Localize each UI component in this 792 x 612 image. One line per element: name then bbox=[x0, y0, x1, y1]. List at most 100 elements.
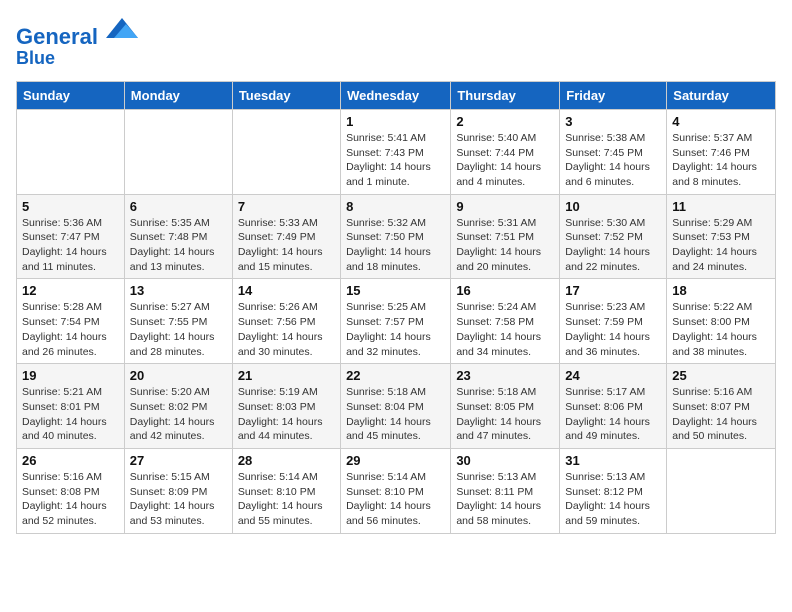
calendar-cell: 28 Sunrise: 5:14 AMSunset: 8:10 PMDayligh… bbox=[232, 448, 340, 533]
day-number: 10 bbox=[565, 199, 661, 214]
calendar-cell: 3 Sunrise: 5:38 AMSunset: 7:45 PMDaylight… bbox=[560, 109, 667, 194]
logo-icon bbox=[106, 12, 138, 44]
calendar-cell: 17 Sunrise: 5:23 AMSunset: 7:59 PMDayligh… bbox=[560, 279, 667, 364]
logo-blue: Blue bbox=[16, 49, 138, 69]
calendar-week-5: 26 Sunrise: 5:16 AMSunset: 8:08 PMDayligh… bbox=[17, 448, 776, 533]
calendar-cell: 8 Sunrise: 5:32 AMSunset: 7:50 PMDaylight… bbox=[341, 194, 451, 279]
logo-general: General bbox=[16, 24, 98, 49]
header-row: SundayMondayTuesdayWednesdayThursdayFrid… bbox=[17, 81, 776, 109]
day-detail: Sunrise: 5:22 AMSunset: 8:00 PMDaylight:… bbox=[672, 300, 770, 359]
day-number: 20 bbox=[130, 368, 227, 383]
calendar-cell: 9 Sunrise: 5:31 AMSunset: 7:51 PMDaylight… bbox=[451, 194, 560, 279]
col-header-tuesday: Tuesday bbox=[232, 81, 340, 109]
calendar-cell: 30 Sunrise: 5:13 AMSunset: 8:11 PMDayligh… bbox=[451, 448, 560, 533]
day-detail: Sunrise: 5:19 AMSunset: 8:03 PMDaylight:… bbox=[238, 385, 335, 444]
col-header-friday: Friday bbox=[560, 81, 667, 109]
day-detail: Sunrise: 5:37 AMSunset: 7:46 PMDaylight:… bbox=[672, 131, 770, 190]
day-detail: Sunrise: 5:16 AMSunset: 8:07 PMDaylight:… bbox=[672, 385, 770, 444]
day-number: 22 bbox=[346, 368, 445, 383]
calendar-cell bbox=[124, 109, 232, 194]
calendar-cell: 18Sunrise: 5:22 AMSunset: 8:00 PMDayligh… bbox=[667, 279, 776, 364]
col-header-saturday: Saturday bbox=[667, 81, 776, 109]
day-detail: Sunrise: 5:28 AMSunset: 7:54 PMDaylight:… bbox=[22, 300, 119, 359]
calendar-cell: 14 Sunrise: 5:26 AMSunset: 7:56 PMDayligh… bbox=[232, 279, 340, 364]
day-detail: Sunrise: 5:13 AMSunset: 8:11 PMDaylight:… bbox=[456, 470, 554, 529]
day-detail: Sunrise: 5:35 AMSunset: 7:48 PMDaylight:… bbox=[130, 216, 227, 275]
day-detail: Sunrise: 5:41 AMSunset: 7:43 PMDaylight:… bbox=[346, 131, 445, 190]
day-detail: Sunrise: 5:18 AMSunset: 8:04 PMDaylight:… bbox=[346, 385, 445, 444]
day-detail: Sunrise: 5:38 AMSunset: 7:45 PMDaylight:… bbox=[565, 131, 661, 190]
calendar-cell: 27Sunrise: 5:15 AMSunset: 8:09 PMDayligh… bbox=[124, 448, 232, 533]
day-number: 16 bbox=[456, 283, 554, 298]
calendar-cell: 5 Sunrise: 5:36 AMSunset: 7:47 PMDaylight… bbox=[17, 194, 125, 279]
day-number: 13 bbox=[130, 283, 227, 298]
calendar-cell: 29 Sunrise: 5:14 AMSunset: 8:10 PMDayligh… bbox=[341, 448, 451, 533]
calendar-cell: 25 Sunrise: 5:16 AMSunset: 8:07 PMDayligh… bbox=[667, 364, 776, 449]
day-number: 21 bbox=[238, 368, 335, 383]
day-number: 17 bbox=[565, 283, 661, 298]
calendar-table: SundayMondayTuesdayWednesdayThursdayFrid… bbox=[16, 81, 776, 534]
day-number: 12 bbox=[22, 283, 119, 298]
day-detail: Sunrise: 5:14 AMSunset: 8:10 PMDaylight:… bbox=[346, 470, 445, 529]
day-number: 25 bbox=[672, 368, 770, 383]
day-number: 4 bbox=[672, 114, 770, 129]
day-number: 3 bbox=[565, 114, 661, 129]
day-number: 26 bbox=[22, 453, 119, 468]
calendar-cell: 7 Sunrise: 5:33 AMSunset: 7:49 PMDaylight… bbox=[232, 194, 340, 279]
calendar-cell: 13 Sunrise: 5:27 AMSunset: 7:55 PMDayligh… bbox=[124, 279, 232, 364]
day-detail: Sunrise: 5:29 AMSunset: 7:53 PMDaylight:… bbox=[672, 216, 770, 275]
calendar-cell: 23Sunrise: 5:18 AMSunset: 8:05 PMDayligh… bbox=[451, 364, 560, 449]
day-detail: Sunrise: 5:26 AMSunset: 7:56 PMDaylight:… bbox=[238, 300, 335, 359]
day-detail: Sunrise: 5:33 AMSunset: 7:49 PMDaylight:… bbox=[238, 216, 335, 275]
day-detail: Sunrise: 5:30 AMSunset: 7:52 PMDaylight:… bbox=[565, 216, 661, 275]
day-detail: Sunrise: 5:25 AMSunset: 7:57 PMDaylight:… bbox=[346, 300, 445, 359]
calendar-cell: 19Sunrise: 5:21 AMSunset: 8:01 PMDayligh… bbox=[17, 364, 125, 449]
day-detail: Sunrise: 5:36 AMSunset: 7:47 PMDaylight:… bbox=[22, 216, 119, 275]
col-header-monday: Monday bbox=[124, 81, 232, 109]
day-number: 28 bbox=[238, 453, 335, 468]
day-number: 5 bbox=[22, 199, 119, 214]
calendar-week-2: 5 Sunrise: 5:36 AMSunset: 7:47 PMDaylight… bbox=[17, 194, 776, 279]
day-number: 9 bbox=[456, 199, 554, 214]
col-header-sunday: Sunday bbox=[17, 81, 125, 109]
day-number: 7 bbox=[238, 199, 335, 214]
calendar-cell: 10 Sunrise: 5:30 AMSunset: 7:52 PMDayligh… bbox=[560, 194, 667, 279]
calendar-cell: 24Sunrise: 5:17 AMSunset: 8:06 PMDayligh… bbox=[560, 364, 667, 449]
day-detail: Sunrise: 5:23 AMSunset: 7:59 PMDaylight:… bbox=[565, 300, 661, 359]
day-number: 15 bbox=[346, 283, 445, 298]
day-number: 8 bbox=[346, 199, 445, 214]
calendar-cell: 31 Sunrise: 5:13 AMSunset: 8:12 PMDayligh… bbox=[560, 448, 667, 533]
calendar-cell: 4 Sunrise: 5:37 AMSunset: 7:46 PMDaylight… bbox=[667, 109, 776, 194]
day-number: 6 bbox=[130, 199, 227, 214]
day-number: 23 bbox=[456, 368, 554, 383]
day-detail: Sunrise: 5:27 AMSunset: 7:55 PMDaylight:… bbox=[130, 300, 227, 359]
day-detail: Sunrise: 5:24 AMSunset: 7:58 PMDaylight:… bbox=[456, 300, 554, 359]
day-detail: Sunrise: 5:15 AMSunset: 8:09 PMDaylight:… bbox=[130, 470, 227, 529]
day-detail: Sunrise: 5:32 AMSunset: 7:50 PMDaylight:… bbox=[346, 216, 445, 275]
calendar-cell: 20Sunrise: 5:20 AMSunset: 8:02 PMDayligh… bbox=[124, 364, 232, 449]
calendar-cell: 2Sunrise: 5:40 AMSunset: 7:44 PMDaylight… bbox=[451, 109, 560, 194]
day-number: 19 bbox=[22, 368, 119, 383]
col-header-thursday: Thursday bbox=[451, 81, 560, 109]
day-detail: Sunrise: 5:13 AMSunset: 8:12 PMDaylight:… bbox=[565, 470, 661, 529]
day-detail: Sunrise: 5:40 AMSunset: 7:44 PMDaylight:… bbox=[456, 131, 554, 190]
calendar-cell bbox=[17, 109, 125, 194]
calendar-cell bbox=[232, 109, 340, 194]
day-detail: Sunrise: 5:14 AMSunset: 8:10 PMDaylight:… bbox=[238, 470, 335, 529]
calendar-cell: 11Sunrise: 5:29 AMSunset: 7:53 PMDayligh… bbox=[667, 194, 776, 279]
calendar-cell: 21 Sunrise: 5:19 AMSunset: 8:03 PMDayligh… bbox=[232, 364, 340, 449]
day-number: 1 bbox=[346, 114, 445, 129]
day-detail: Sunrise: 5:16 AMSunset: 8:08 PMDaylight:… bbox=[22, 470, 119, 529]
day-number: 14 bbox=[238, 283, 335, 298]
calendar-cell: 6 Sunrise: 5:35 AMSunset: 7:48 PMDaylight… bbox=[124, 194, 232, 279]
calendar-cell: 22 Sunrise: 5:18 AMSunset: 8:04 PMDayligh… bbox=[341, 364, 451, 449]
page-header: General Blue bbox=[16, 16, 776, 69]
logo: General Blue bbox=[16, 16, 138, 69]
calendar-cell: 16 Sunrise: 5:24 AMSunset: 7:58 PMDayligh… bbox=[451, 279, 560, 364]
col-header-wednesday: Wednesday bbox=[341, 81, 451, 109]
day-number: 30 bbox=[456, 453, 554, 468]
calendar-cell: 15 Sunrise: 5:25 AMSunset: 7:57 PMDayligh… bbox=[341, 279, 451, 364]
day-number: 31 bbox=[565, 453, 661, 468]
day-number: 29 bbox=[346, 453, 445, 468]
day-detail: Sunrise: 5:31 AMSunset: 7:51 PMDaylight:… bbox=[456, 216, 554, 275]
